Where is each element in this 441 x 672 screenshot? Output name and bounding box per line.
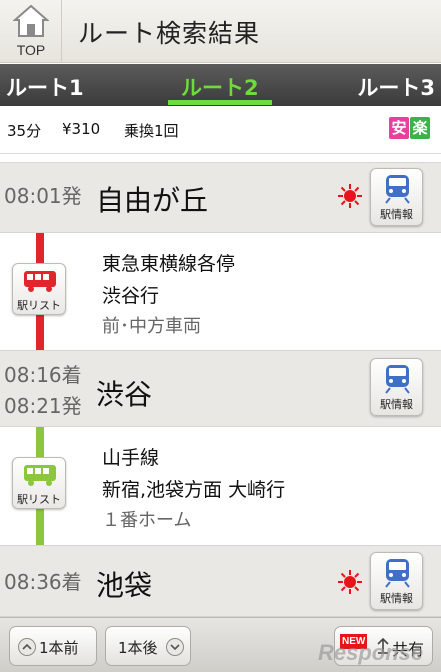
sun-icon (338, 570, 362, 594)
app-header: TOP ルート検索結果 (0, 0, 441, 63)
station-row: 08:36着 池袋 駅情報 (0, 545, 441, 617)
train-segment: 駅リスト 東急東横線各停 渋谷行 前･中方車両 (0, 233, 441, 350)
active-tab-indicator (168, 100, 272, 105)
tab-route-2[interactable]: ルート2 (181, 72, 259, 102)
route-tabs: ルート1 ルート2 ルート3 (0, 64, 441, 106)
station-list-label: 駅リスト (17, 493, 61, 506)
total-fare: ¥310 (62, 120, 101, 138)
spacer (0, 154, 441, 162)
train-segment: 駅リスト 山手線 新宿,池袋方面 大崎行 １番ホーム (0, 427, 441, 545)
train-line-name: 東急東横線各停 (102, 253, 236, 275)
cheap-badge: 安 (389, 117, 409, 139)
train-line-name: 山手線 (102, 447, 160, 469)
next-train-label: 1本後 (118, 639, 158, 657)
station-info-button[interactable]: 駅情報 (370, 552, 423, 610)
train-destination: 渋谷行 (102, 285, 160, 307)
station-name: 池袋 (96, 569, 153, 602)
home-icon (13, 4, 49, 37)
train-icon (24, 271, 56, 292)
station-row: 08:16着 08:21発 渋谷 駅情報 (0, 350, 441, 427)
chevron-down-icon (166, 638, 184, 656)
station-info-label: 駅情報 (380, 398, 413, 411)
boarding-note: 前･中方車両 (102, 316, 201, 337)
total-time: 35分 (7, 122, 42, 140)
station-time: 08:01発 (4, 184, 82, 208)
tab-route-1[interactable]: ルート1 (6, 72, 84, 102)
station-name: 自由が丘 (96, 184, 209, 217)
station-info-label: 駅情報 (380, 592, 413, 605)
station-time: 08:36着 (4, 570, 82, 594)
transfer-count: 乗換1回 (124, 122, 179, 140)
station-info-button[interactable]: 駅情報 (370, 358, 423, 416)
station-row: 08:01発 自由が丘 駅情報 (0, 162, 441, 233)
train-icon (385, 365, 410, 394)
top-home-button[interactable]: TOP (0, 0, 62, 63)
train-icon (385, 175, 410, 204)
station-info-button[interactable]: 駅情報 (370, 168, 423, 226)
boarding-note: １番ホーム (102, 510, 192, 531)
chevron-up-icon (18, 638, 36, 656)
train-icon (24, 465, 56, 486)
tab-route-3[interactable]: ルート3 (357, 72, 435, 102)
station-departure-time: 08:21発 (4, 394, 82, 418)
station-name: 渋谷 (96, 378, 153, 411)
station-list-label: 駅リスト (17, 299, 61, 312)
station-list-button[interactable]: 駅リスト (12, 263, 66, 315)
next-train-button[interactable]: 1本後 (105, 626, 191, 666)
previous-train-label: 1本前 (39, 639, 79, 657)
route-summary: 35分 ¥310 乗換1回 安 楽 (0, 106, 441, 154)
watermark-logo: Response (318, 640, 424, 665)
train-destination: 新宿,池袋方面 大崎行 (102, 479, 286, 501)
page-title: ルート検索結果 (78, 19, 261, 48)
sun-icon (338, 184, 362, 208)
train-icon (385, 559, 410, 588)
station-info-label: 駅情報 (380, 208, 413, 221)
top-label: TOP (16, 42, 46, 58)
station-list-button[interactable]: 駅リスト (12, 457, 66, 509)
previous-train-button[interactable]: 1本前 (9, 626, 97, 666)
station-arrival-time: 08:16着 (4, 363, 82, 387)
easy-badge: 楽 (410, 117, 430, 139)
